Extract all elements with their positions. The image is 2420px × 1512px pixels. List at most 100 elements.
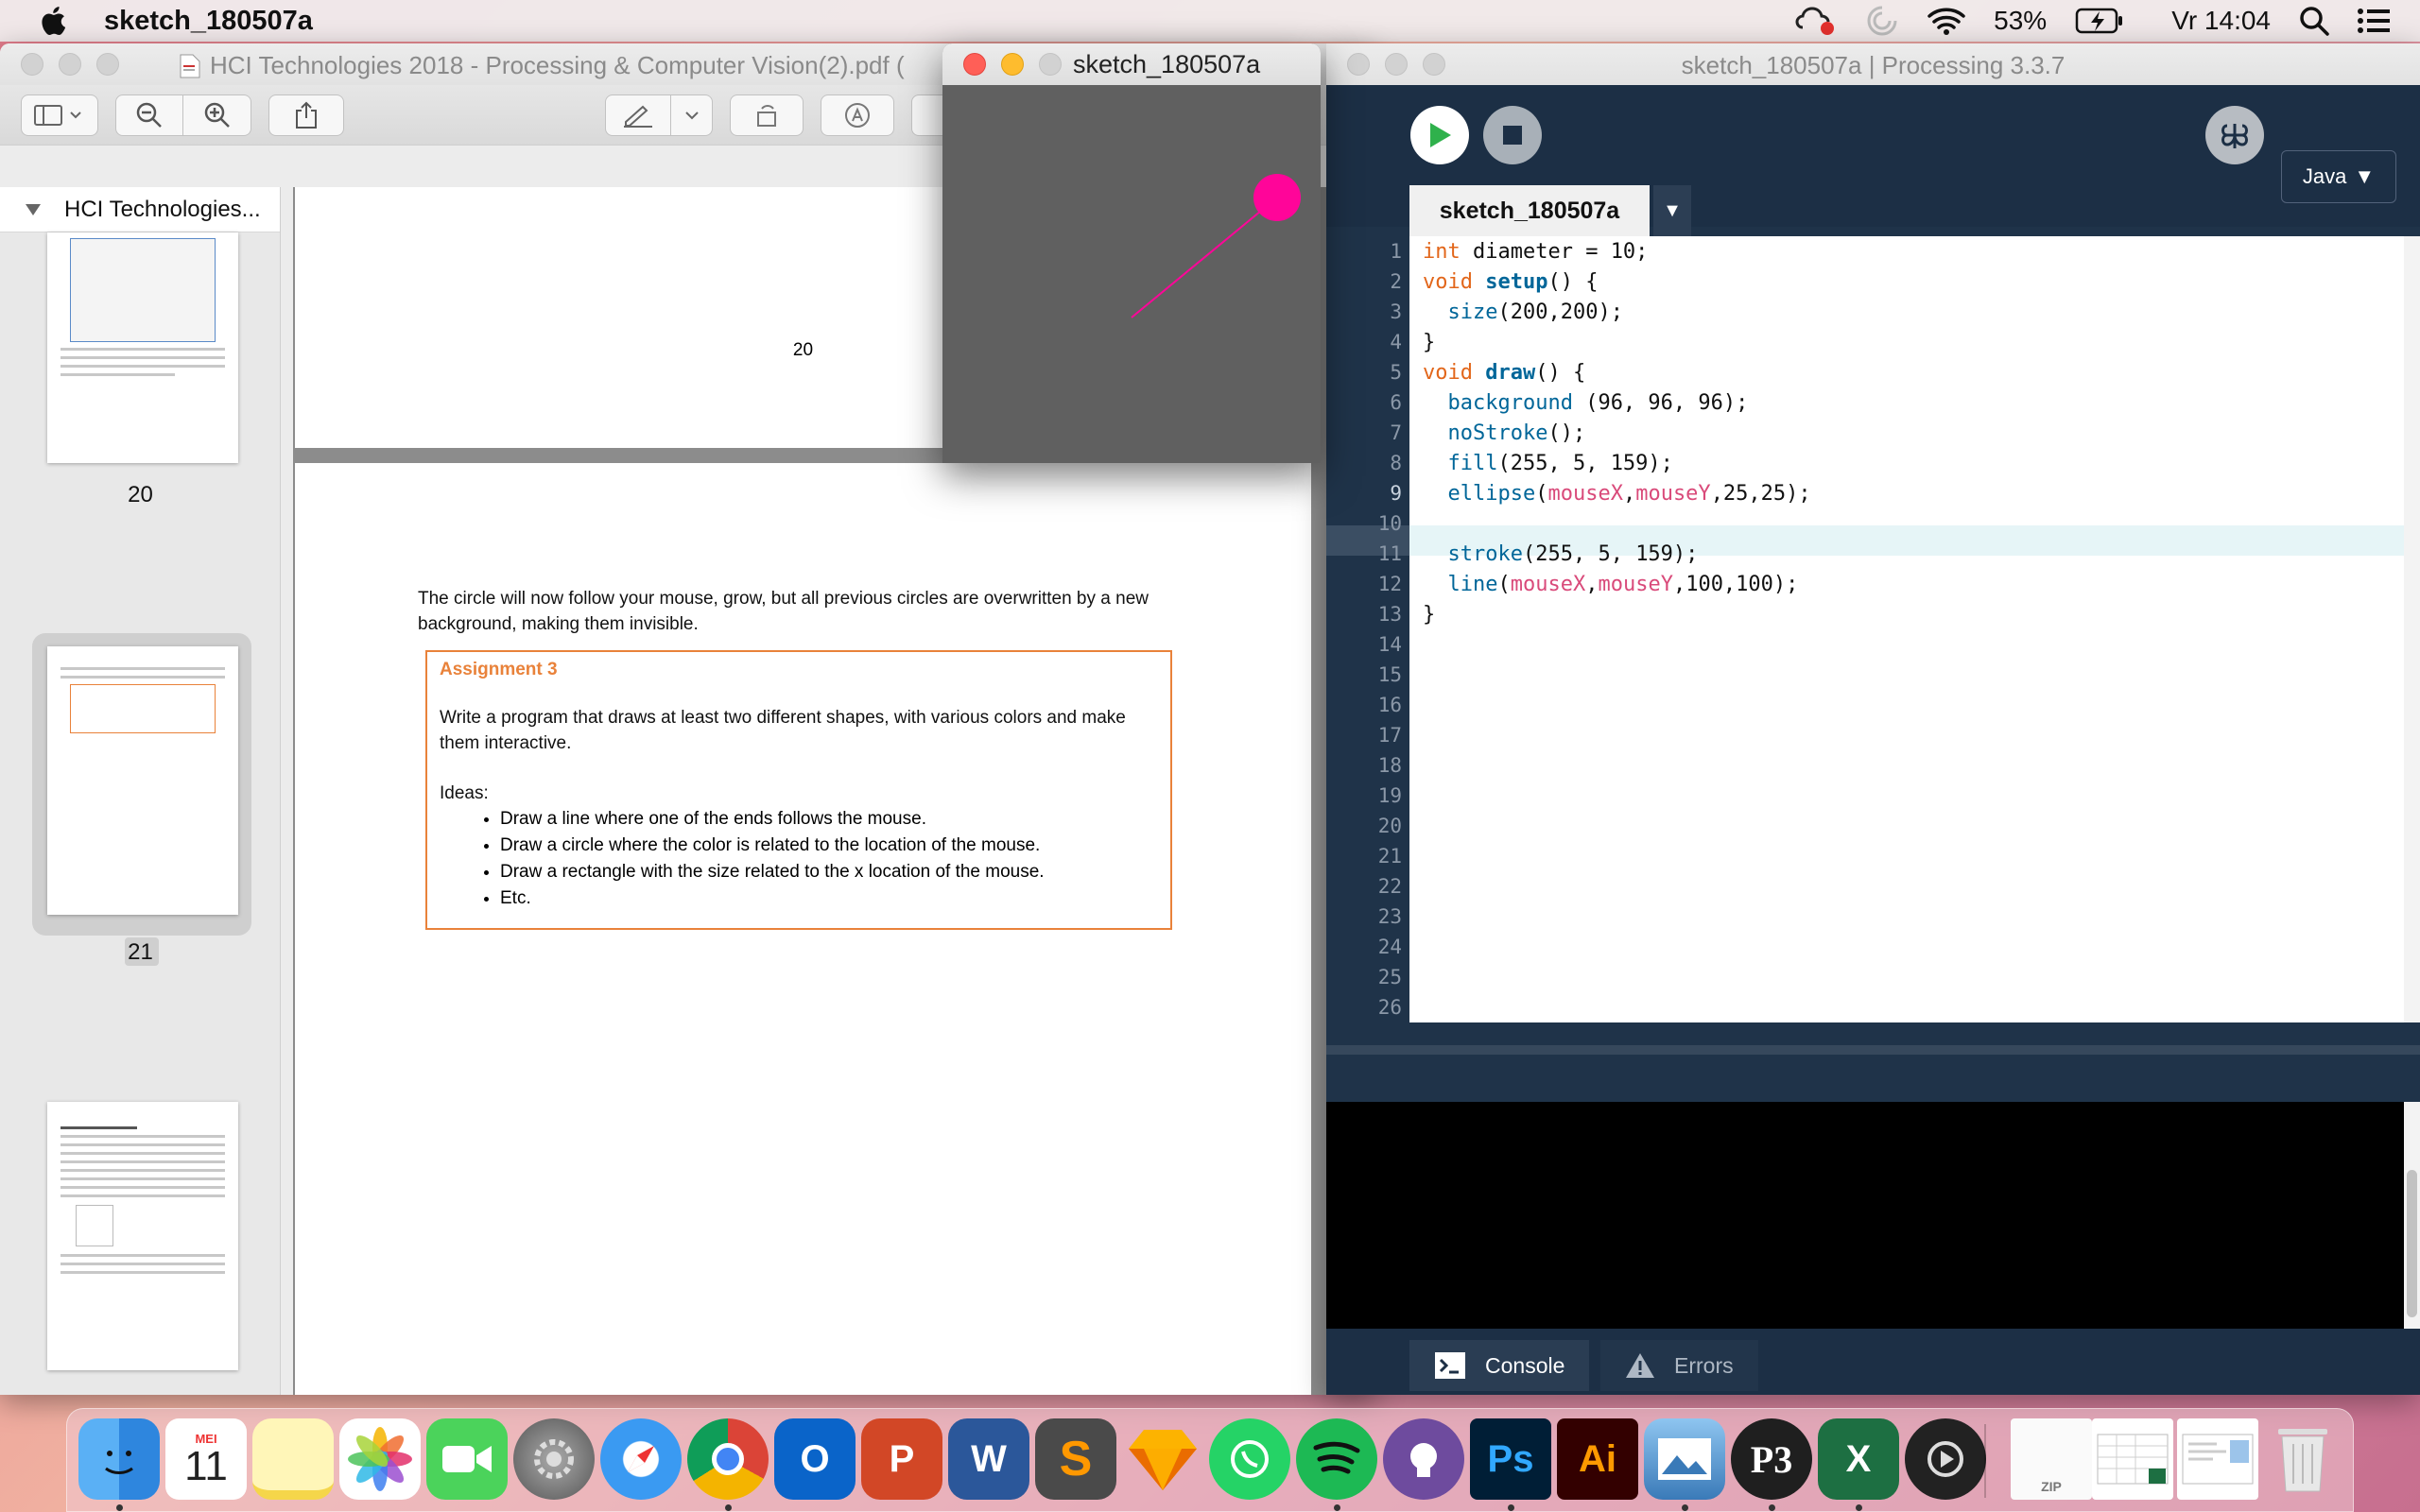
line-number: 25 xyxy=(1377,966,1402,988)
chrome-icon[interactable] xyxy=(687,1418,769,1500)
close-button[interactable] xyxy=(963,53,986,76)
zoom-in-button[interactable] xyxy=(183,94,251,136)
battery-percent[interactable]: 53% xyxy=(1994,6,2047,36)
line-number: 5 xyxy=(1390,361,1402,384)
tab-sketch[interactable]: sketch_180507a xyxy=(1409,185,1650,236)
editor-console-divider[interactable] xyxy=(1326,1045,2420,1055)
downloads-stack-icon[interactable] xyxy=(2177,1418,2258,1500)
code-line-13: } xyxy=(1423,603,1436,627)
photos-icon[interactable] xyxy=(339,1418,421,1500)
line-number: 7 xyxy=(1390,421,1402,444)
line-number: 3 xyxy=(1390,301,1402,323)
facetime-icon[interactable] xyxy=(426,1418,508,1500)
sketch-output-window: sketch_180507a xyxy=(942,43,1321,463)
battery-icon[interactable] xyxy=(2075,7,2124,35)
share-icon xyxy=(296,101,317,129)
minimize-button[interactable] xyxy=(1001,53,1024,76)
close-button[interactable] xyxy=(21,53,43,76)
sync-icon[interactable] xyxy=(1865,4,1899,38)
code-line-5: void draw() { xyxy=(1423,361,1586,385)
zoom-button[interactable] xyxy=(96,53,119,76)
notification-center-icon[interactable] xyxy=(2358,8,2392,34)
powerpoint-icon[interactable]: P xyxy=(861,1418,942,1500)
disclosure-triangle-icon[interactable] xyxy=(25,203,42,216)
rotate-button[interactable] xyxy=(730,94,804,136)
code-editor[interactable]: 1 2 3 4 5 6 7 8 9 10 11 12 13 14 15 16 17 18 19 20 21 22 23 24 2… xyxy=(1326,236,2404,1022)
line-number: 13 xyxy=(1377,603,1402,626)
quicktime-icon[interactable] xyxy=(1905,1418,1986,1500)
zoom-button[interactable] xyxy=(1039,53,1062,76)
safari-icon[interactable] xyxy=(600,1418,682,1500)
whatsapp-icon[interactable] xyxy=(1209,1418,1290,1500)
minimize-button[interactable] xyxy=(59,53,81,76)
github-desktop-icon[interactable] xyxy=(1383,1418,1464,1500)
chevron-down-icon xyxy=(684,111,699,119)
share-button[interactable] xyxy=(268,94,344,136)
line-number: 4 xyxy=(1390,331,1402,353)
sketch-window-title: sketch_180507a xyxy=(1073,50,1261,78)
photoshop-icon[interactable]: Ps xyxy=(1470,1418,1551,1500)
dock-separator xyxy=(1984,1424,1986,1498)
annotate-button[interactable] xyxy=(821,94,894,136)
play-icon xyxy=(1430,123,1451,147)
line-number: 11 xyxy=(1377,542,1402,565)
spreadsheet-stack-icon[interactable] xyxy=(2092,1418,2173,1500)
mode-selector[interactable]: Java ▼ xyxy=(2281,150,2396,203)
thumbnail-page-20[interactable] xyxy=(47,232,238,463)
processing-app-icon[interactable]: P3 xyxy=(1731,1418,1812,1500)
processing-titlebar[interactable]: sketch_180507a | Processing 3.3.7 xyxy=(1326,43,2420,85)
sketch-app-icon[interactable] xyxy=(1122,1418,1203,1500)
word-icon[interactable]: W xyxy=(948,1418,1029,1500)
zip-file-icon[interactable]: ZIP xyxy=(2011,1418,2092,1500)
excel-icon[interactable]: X xyxy=(1818,1418,1899,1500)
stop-icon xyxy=(1503,126,1522,145)
apple-menu-icon[interactable] xyxy=(38,4,72,38)
sidebar-header[interactable]: HCI Technologies... xyxy=(0,187,280,232)
preview-app-icon[interactable] xyxy=(1644,1418,1725,1500)
thumbnail-label-20: 20 xyxy=(128,482,153,507)
markup-button[interactable] xyxy=(605,94,671,136)
list-item: Etc. xyxy=(500,885,1158,912)
sidebar-toggle-button[interactable] xyxy=(21,94,98,136)
thumbnail-page-21[interactable] xyxy=(47,646,238,915)
creative-cloud-icon[interactable] xyxy=(1795,5,1837,37)
sublime-text-icon[interactable]: S xyxy=(1035,1418,1116,1500)
tab-errors[interactable]: Errors xyxy=(1600,1340,1758,1391)
warning-icon xyxy=(1626,1353,1654,1378)
console-output[interactable] xyxy=(1326,1102,2404,1329)
zoom-out-button[interactable] xyxy=(115,94,183,136)
illustrator-icon[interactable]: Ai xyxy=(1557,1418,1638,1500)
spotlight-search-icon[interactable] xyxy=(2299,6,2329,36)
tab-menu-button[interactable]: ▼ xyxy=(1653,185,1691,236)
code-line-1: int diameter = 10; xyxy=(1423,240,1649,264)
editor-scrollbar[interactable] xyxy=(2404,236,2420,1022)
menu-bar: sketch_180507a 53% Vr 14:04 xyxy=(0,0,2420,42)
list-item: Draw a line where one of the ends follow… xyxy=(500,806,1158,833)
outlook-icon[interactable]: O xyxy=(774,1418,856,1500)
app-name-menu[interactable]: sketch_180507a xyxy=(104,6,313,37)
sketch-canvas[interactable] xyxy=(942,85,1321,463)
tab-console[interactable]: Console xyxy=(1409,1340,1590,1391)
sketch-titlebar[interactable]: sketch_180507a xyxy=(942,43,1321,85)
console-tabs-bar: Console Errors xyxy=(1326,1329,2420,1395)
finder-icon[interactable] xyxy=(78,1418,160,1500)
code-line-4: } xyxy=(1423,331,1436,354)
run-button[interactable] xyxy=(1410,106,1469,164)
notes-icon[interactable] xyxy=(252,1418,334,1500)
spotify-icon[interactable] xyxy=(1296,1418,1377,1500)
calendar-icon[interactable]: MEI 11 xyxy=(165,1418,247,1500)
wifi-icon[interactable] xyxy=(1927,6,1965,36)
system-preferences-icon[interactable] xyxy=(513,1418,595,1500)
list-item: Draw a circle where the color is related… xyxy=(500,833,1158,859)
menu-clock[interactable]: Vr 14:04 xyxy=(2171,6,2271,36)
code-line-2: void setup() { xyxy=(1423,270,1599,294)
debugger-button[interactable] xyxy=(2205,106,2264,164)
console-scrollbar[interactable] xyxy=(2404,1102,2420,1329)
trash-icon[interactable] xyxy=(2262,1418,2343,1500)
markup-dropdown[interactable] xyxy=(671,94,713,136)
stop-button[interactable] xyxy=(1483,106,1542,164)
line-number: 6 xyxy=(1390,391,1402,414)
thumbnail-page-22[interactable] xyxy=(47,1102,238,1370)
chevron-down-icon: ▼ xyxy=(2354,164,2376,188)
ideas-label: Ideas: xyxy=(440,783,489,803)
